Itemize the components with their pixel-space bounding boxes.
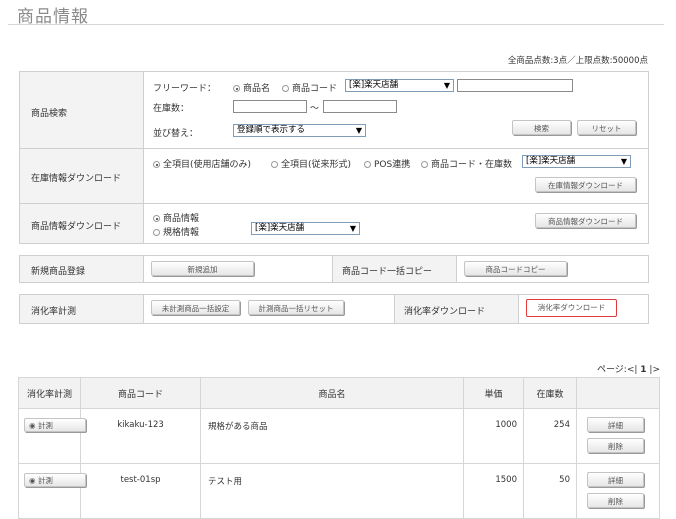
add-new-button[interactable]: 新規追加: [151, 261, 254, 276]
stock-shop-select[interactable]: [楽]楽天店舗 ▼: [522, 155, 631, 168]
digest-download-label: 消化率ダウンロード: [404, 307, 486, 317]
measure-button[interactable]: ◉ 計測: [24, 473, 86, 487]
stock-cell: 50: [523, 463, 577, 519]
code-cell: test-01sp: [80, 463, 201, 519]
col-header-code: 商品コード: [80, 377, 201, 409]
table-row: ◉ 計測 test-01sp テスト用 1500 50 詳細 削除: [18, 463, 660, 519]
dropdown-arrow-icon: ▼: [349, 224, 356, 233]
col-header-price: 単価: [463, 377, 524, 409]
stock-label: 在庫数：: [153, 104, 190, 114]
radio-product-code[interactable]: 商品コード: [282, 81, 337, 94]
product-download-label: 商品情報ダウンロード: [31, 222, 122, 232]
stock-cell: 254: [523, 408, 577, 464]
col-header-measure: 消化率計測: [18, 377, 81, 409]
row-divider: [20, 203, 648, 204]
price-cell: 1000: [463, 408, 524, 464]
radio-pos[interactable]: POS連携: [364, 157, 410, 170]
radio-all-items[interactable]: 全項目(使用店舗のみ): [153, 157, 251, 170]
code-copy-label: 商品コード一括コピー: [342, 267, 433, 277]
register-label-cell: 新規商品登録: [20, 256, 144, 282]
measure-cell: ◉ 計測: [18, 463, 86, 519]
col-header-actions: [576, 377, 660, 409]
radio-icon: [153, 161, 160, 168]
detail-button[interactable]: 詳細: [587, 417, 644, 432]
radio-dot-icon: ◉: [29, 421, 38, 430]
table-header-row: 消化率計測 商品コード 商品名 単価 在庫数: [18, 377, 660, 409]
name-cell: 規格がある商品: [200, 408, 464, 464]
radio-icon: [233, 85, 240, 92]
digest-label-cell: 消化率計測: [20, 295, 144, 323]
col-header-name: 商品名: [200, 377, 464, 409]
delete-button[interactable]: 削除: [587, 438, 644, 453]
digest-panel: 消化率計測 未計測商品一括設定 計測商品一括リセット 消化率ダウンロード 消化率…: [19, 294, 649, 324]
search-label-cell: 商品検索: [20, 72, 144, 148]
code-cell: kikaku-123: [80, 408, 201, 464]
bulk-reset-button[interactable]: 計測商品一括リセット: [248, 300, 344, 315]
name-cell: テスト用: [200, 463, 464, 519]
code-copy-button[interactable]: 商品コードコピー: [464, 261, 567, 276]
product-download-button[interactable]: 商品情報ダウンロード: [535, 213, 636, 228]
search-button[interactable]: 検索: [512, 120, 571, 135]
actions-cell: 詳細 削除: [576, 408, 660, 464]
sort-label: 並び替え：: [153, 129, 199, 139]
digest-label: 消化率計測: [31, 307, 77, 317]
radio-icon: [282, 85, 289, 92]
radio-icon: [421, 161, 428, 168]
dropdown-arrow-icon: ▼: [355, 126, 362, 135]
delete-button[interactable]: 削除: [587, 493, 644, 508]
stock-download-label: 在庫情報ダウンロード: [31, 174, 122, 184]
radio-code-stock[interactable]: 商品コード・在庫数: [421, 157, 512, 170]
col-header-stock: 在庫数: [523, 377, 577, 409]
title-divider: [8, 24, 664, 25]
sort-select[interactable]: 登録順で表示する ▼: [233, 124, 366, 137]
freeword-input[interactable]: [457, 79, 573, 92]
search-shop-select[interactable]: [楽]楽天店舗 ▼: [345, 79, 454, 92]
stock-download-button[interactable]: 在庫情報ダウンロード: [535, 177, 636, 192]
radio-product-info[interactable]: 商品情報: [153, 211, 199, 224]
pager-prev[interactable]: ページ:<|: [597, 365, 637, 375]
actions-cell: 詳細 削除: [576, 463, 660, 519]
radio-icon: [364, 161, 371, 168]
radio-dot-icon: ◉: [29, 476, 38, 485]
pager-current[interactable]: 1: [640, 365, 646, 375]
product-shop-select[interactable]: [楽]楽天店舗 ▼: [251, 222, 360, 235]
stock-min-input[interactable]: [233, 100, 307, 113]
radio-icon: [153, 229, 160, 236]
bulk-set-button[interactable]: 未計測商品一括設定: [151, 300, 240, 315]
range-tilde: 〜: [310, 104, 320, 114]
product-table: 消化率計測 商品コード 商品名 単価 在庫数 ◉ 計測 kikaku-123 規…: [18, 377, 660, 519]
freeword-label: フリーワード：: [153, 84, 217, 94]
table-row: ◉ 計測 kikaku-123 規格がある商品 1000 254 詳細 削除: [18, 408, 660, 464]
radio-spec-info[interactable]: 規格情報: [153, 225, 199, 238]
measure-button[interactable]: ◉ 計測: [24, 418, 86, 432]
radio-icon: [271, 161, 278, 168]
measure-cell: ◉ 計測: [18, 408, 86, 464]
search-panel: 商品検索 フリーワード： 商品名 商品コード [楽]楽天店舗 ▼ 在庫数： 〜 並…: [19, 71, 649, 149]
radio-old-format[interactable]: 全項目(従来形式): [271, 157, 351, 170]
product-count-text: 全商品点数:3点／上限点数:50000点: [507, 56, 648, 66]
reset-button[interactable]: リセット: [577, 120, 636, 135]
digest-download-button[interactable]: 消化率ダウンロード: [526, 299, 617, 317]
stock-max-input[interactable]: [323, 100, 397, 113]
dropdown-arrow-icon: ▼: [443, 81, 450, 90]
download-panel: 在庫情報ダウンロード 商品情報ダウンロード 全項目(使用店舗のみ) 全項目(従来…: [19, 148, 649, 244]
pager: ページ:<| 1 |>: [597, 362, 660, 375]
search-label: 商品検索: [31, 109, 68, 119]
register-panel: 新規商品登録 新規追加 商品コード一括コピー 商品コードコピー: [19, 255, 649, 283]
radio-product-name[interactable]: 商品名: [233, 81, 270, 94]
pager-next[interactable]: |>: [649, 365, 660, 375]
register-label: 新規商品登録: [31, 267, 86, 277]
radio-icon: [153, 215, 160, 222]
detail-button[interactable]: 詳細: [587, 472, 644, 487]
price-cell: 1500: [463, 463, 524, 519]
dropdown-arrow-icon: ▼: [620, 157, 627, 166]
